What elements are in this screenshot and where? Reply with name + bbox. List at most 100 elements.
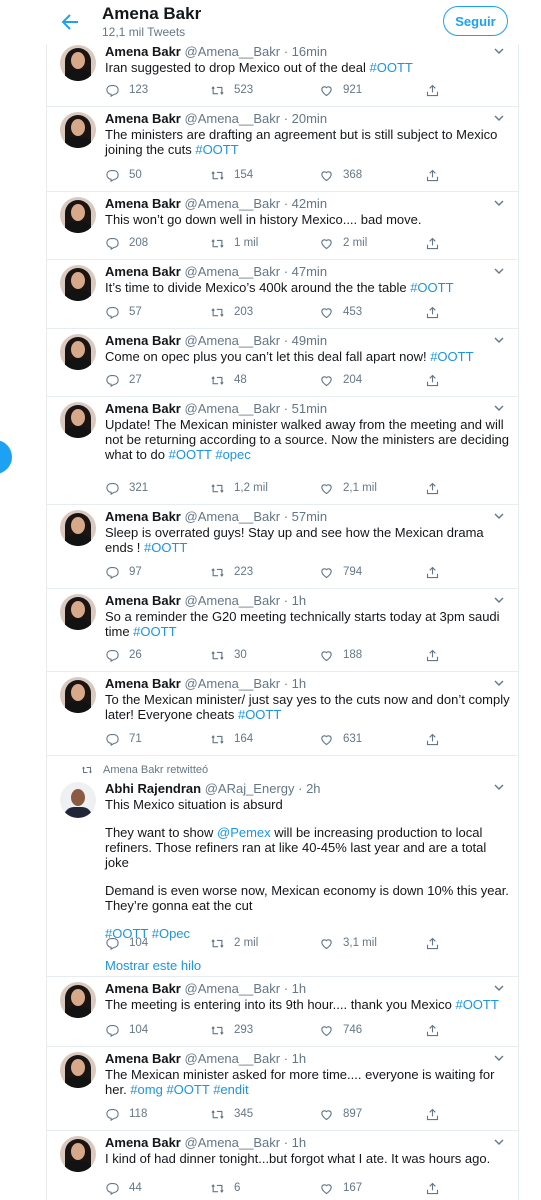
- retweet-button[interactable]: 48: [210, 371, 247, 389]
- share-button[interactable]: [425, 371, 449, 389]
- retweet-button[interactable]: 293: [210, 1021, 253, 1039]
- chevron-down-icon[interactable]: [493, 1051, 505, 1063]
- share-button[interactable]: [425, 1179, 449, 1197]
- reply-button[interactable]: 97: [105, 563, 142, 581]
- avatar[interactable]: [60, 1052, 96, 1088]
- avatar[interactable]: [60, 45, 96, 81]
- back-arrow-icon[interactable]: [58, 10, 82, 34]
- like-button[interactable]: 897: [319, 1105, 362, 1123]
- chevron-down-icon[interactable]: [493, 593, 505, 605]
- share-button[interactable]: [425, 479, 449, 497]
- tweet[interactable]: Amena Bakr @Amena__Bakr · 1h The meeting …: [47, 977, 519, 1047]
- tweet[interactable]: Amena Bakr @Amena__Bakr · 20min The minis…: [47, 107, 519, 192]
- tweet[interactable]: Amena Bakr @Amena__Bakr · 1h To the Mexic…: [47, 672, 519, 756]
- avatar[interactable]: [60, 197, 96, 233]
- hashtag-link[interactable]: #OOTT: [455, 997, 498, 1012]
- reply-button[interactable]: 208: [105, 234, 148, 252]
- chevron-down-icon[interactable]: [493, 1135, 505, 1147]
- author-handle[interactable]: @Amena__Bakr: [185, 44, 281, 59]
- share-button[interactable]: [425, 234, 449, 252]
- author-name[interactable]: Amena Bakr: [105, 401, 181, 416]
- share-button[interactable]: [425, 646, 449, 664]
- like-button[interactable]: 204: [319, 371, 362, 389]
- hashtag-link[interactable]: #OOTT: [133, 624, 176, 639]
- author-name[interactable]: Amena Bakr: [105, 509, 181, 524]
- avatar[interactable]: [60, 982, 96, 1018]
- hashtag-link[interactable]: #OOTT: [430, 349, 473, 364]
- share-button[interactable]: [425, 730, 449, 748]
- author-handle[interactable]: @Amena__Bakr: [185, 196, 281, 211]
- hashtag-link[interactable]: #opec: [215, 447, 250, 462]
- hashtag-link[interactable]: #OOTT: [166, 1082, 209, 1097]
- avatar[interactable]: [60, 112, 96, 148]
- hashtag-link[interactable]: #OOTT: [144, 540, 187, 555]
- share-button[interactable]: [425, 81, 449, 99]
- like-button[interactable]: 921: [319, 81, 362, 99]
- chevron-down-icon[interactable]: [493, 44, 505, 56]
- retweet-button[interactable]: 1,2 mil: [210, 479, 268, 497]
- timestamp[interactable]: 57min: [292, 509, 327, 524]
- like-button[interactable]: 794: [319, 563, 362, 581]
- share-button[interactable]: [425, 563, 449, 581]
- tweet[interactable]: Amena Bakr @Amena__Bakr · 51min Update! T…: [47, 397, 519, 505]
- timestamp[interactable]: 1h: [292, 676, 306, 691]
- timestamp[interactable]: 42min: [292, 196, 327, 211]
- author-handle[interactable]: @Amena__Bakr: [185, 401, 281, 416]
- retweet-button[interactable]: 2 mil: [210, 934, 258, 952]
- share-button[interactable]: [425, 1021, 449, 1039]
- avatar[interactable]: [60, 1136, 96, 1172]
- avatar[interactable]: [60, 265, 96, 301]
- author-handle[interactable]: @Amena__Bakr: [185, 676, 281, 691]
- tweet[interactable]: Amena Bakr @Amena__Bakr · 1h The Mexican …: [47, 1047, 519, 1131]
- author-name[interactable]: Amena Bakr: [105, 676, 181, 691]
- hashtag-link[interactable]: #OOTT: [410, 280, 453, 295]
- retweet-button[interactable]: 203: [210, 303, 253, 321]
- chevron-down-icon[interactable]: [493, 981, 505, 993]
- chevron-down-icon[interactable]: [493, 264, 505, 276]
- author-name[interactable]: Amena Bakr: [105, 1051, 181, 1066]
- tweet[interactable]: Amena Bakr @Amena__Bakr · 57min Sleep is …: [47, 505, 519, 589]
- hashtag-link[interactable]: #endit: [213, 1082, 248, 1097]
- tweet[interactable]: Amena Bakr @Amena__Bakr · 47min It’s time…: [47, 260, 519, 329]
- like-button[interactable]: 188: [319, 646, 362, 664]
- avatar[interactable]: [60, 677, 96, 713]
- author-handle[interactable]: @Amena__Bakr: [185, 1051, 281, 1066]
- chevron-down-icon[interactable]: [493, 196, 505, 208]
- hashtag-link[interactable]: #omg: [130, 1082, 163, 1097]
- retweet-button[interactable]: 6: [210, 1179, 240, 1197]
- chevron-down-icon[interactable]: [493, 401, 505, 413]
- share-button[interactable]: [425, 303, 449, 321]
- retweet-button[interactable]: 345: [210, 1105, 253, 1123]
- tweet[interactable]: Amena Bakr @Amena__Bakr · 1h So a reminde…: [47, 589, 519, 672]
- hashtag-link[interactable]: #OOTT: [169, 447, 212, 462]
- tweet[interactable]: Amena Bakr @Amena__Bakr · 16min Iran sugg…: [47, 40, 519, 107]
- like-button[interactable]: 631: [319, 730, 362, 748]
- reply-button[interactable]: 71: [105, 730, 142, 748]
- show-thread-link[interactable]: Mostrar este hilo: [105, 958, 201, 973]
- avatar[interactable]: [60, 334, 96, 370]
- reply-button[interactable]: 104: [105, 934, 148, 952]
- retweet-button[interactable]: 223: [210, 563, 253, 581]
- retweet-button[interactable]: 154: [210, 166, 253, 184]
- tweet[interactable]: Amena Bakr @Amena__Bakr · 1h I kind of ha…: [47, 1131, 519, 1200]
- timestamp[interactable]: 1h: [292, 981, 306, 996]
- timestamp[interactable]: 1h: [292, 1135, 306, 1150]
- like-button[interactable]: 2 mil: [319, 234, 367, 252]
- reply-button[interactable]: 27: [105, 371, 142, 389]
- timestamp[interactable]: 20min: [292, 111, 327, 126]
- floating-action-button[interactable]: [0, 440, 12, 474]
- reply-button[interactable]: 123: [105, 81, 148, 99]
- author-name[interactable]: Amena Bakr: [105, 1135, 181, 1150]
- tweet[interactable]: Amena Bakr @Amena__Bakr · 49min Come on o…: [47, 329, 519, 397]
- share-button[interactable]: [425, 934, 449, 952]
- share-button[interactable]: [425, 1105, 449, 1123]
- author-name[interactable]: Amena Bakr: [105, 196, 181, 211]
- author-handle[interactable]: @Amena__Bakr: [185, 264, 281, 279]
- timestamp[interactable]: 16min: [292, 44, 327, 59]
- retweet-button[interactable]: 30: [210, 646, 247, 664]
- share-button[interactable]: [425, 166, 449, 184]
- reply-button[interactable]: 26: [105, 646, 142, 664]
- author-name[interactable]: Amena Bakr: [105, 264, 181, 279]
- like-button[interactable]: 368: [319, 166, 362, 184]
- author-handle[interactable]: @Amena__Bakr: [185, 981, 281, 996]
